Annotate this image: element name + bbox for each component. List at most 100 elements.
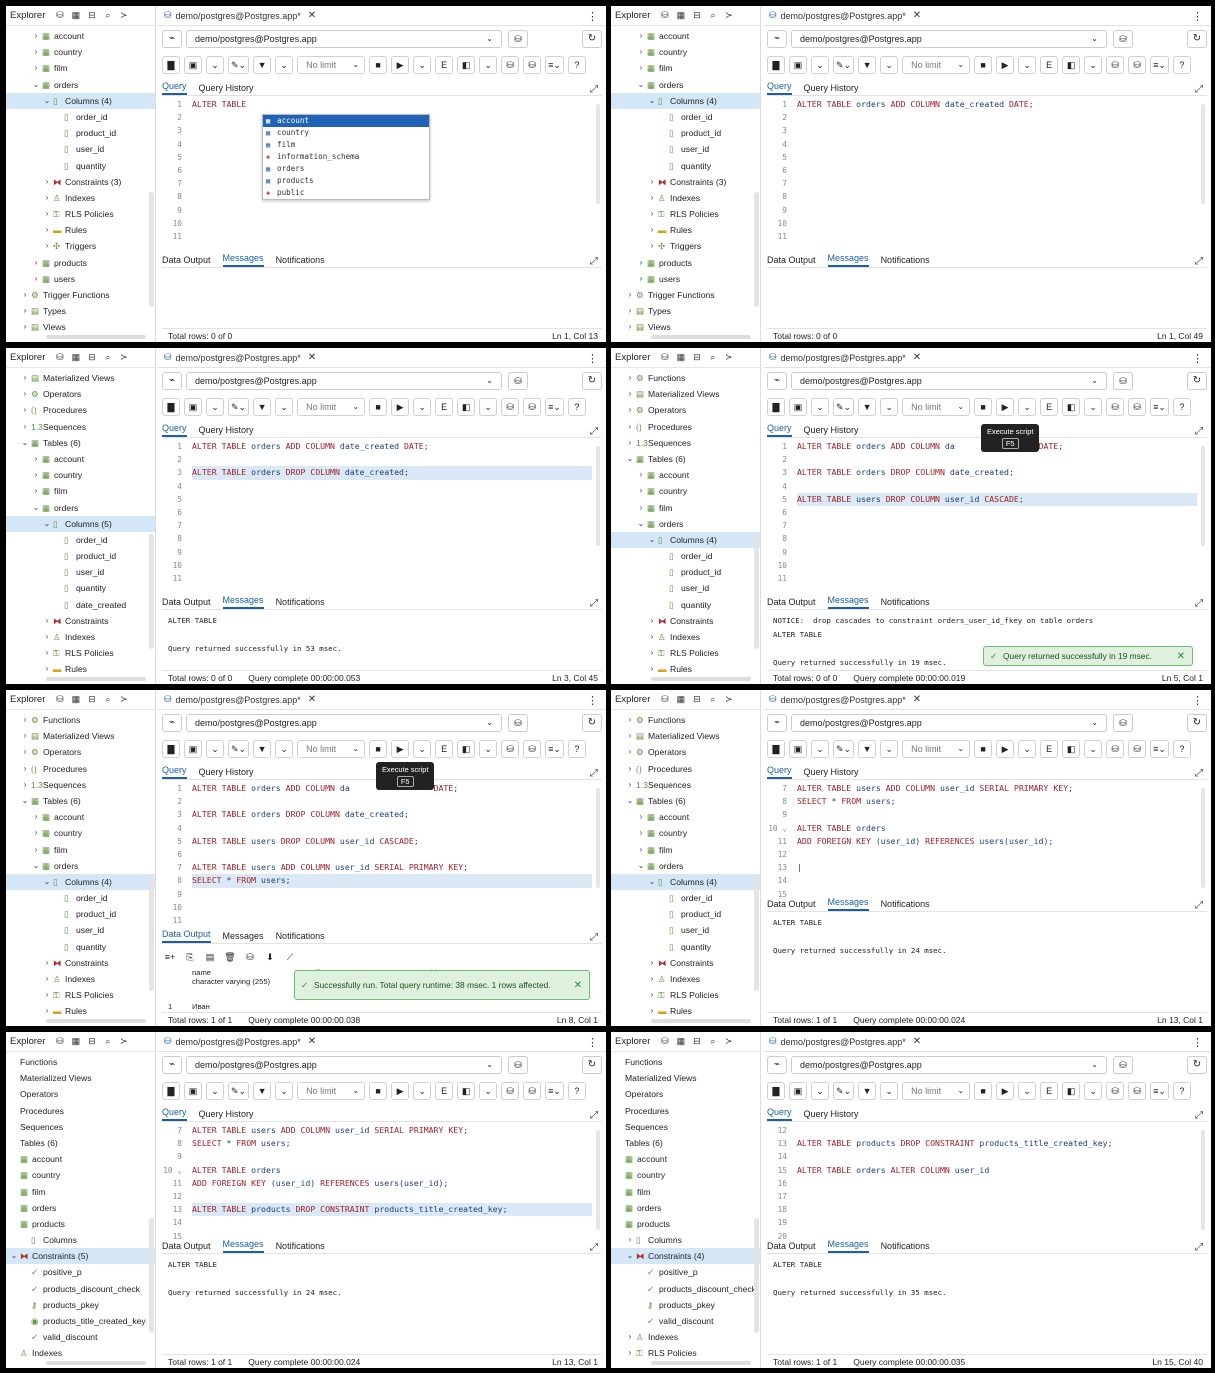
chevron-right-icon[interactable]: › (43, 629, 51, 645)
filter-dropdown[interactable]: ⌄ (880, 398, 899, 416)
tree-item[interactable]: ▦ products (6, 1216, 155, 1232)
query-tab[interactable]: ⛁ demo/postgres@Postgres.app* ✕ (164, 10, 316, 21)
chevron-right-icon[interactable]: › (21, 712, 29, 728)
explain-analyze-button[interactable]: ◧ (457, 398, 476, 416)
expand-icon[interactable]: ⤢ (1195, 84, 1203, 95)
filter-button[interactable]: ▼ (858, 740, 877, 758)
tree-item[interactable]: › ▦ users (6, 271, 155, 287)
filter-tree-icon[interactable]: ⊟ (691, 352, 702, 363)
tab-data-output[interactable]: Data Output (767, 899, 816, 911)
macros-button[interactable]: ≡⌄ (545, 398, 564, 416)
chevron-right-icon[interactable]: › (32, 28, 40, 44)
refresh-icon[interactable]: ↻ (1187, 1056, 1207, 1074)
more-options-icon[interactable]: ⋮ (1192, 1036, 1203, 1049)
filter-dropdown[interactable]: ⌄ (275, 56, 294, 74)
tab-notifications[interactable]: Notifications (881, 597, 930, 609)
macros-button[interactable]: ≡⌄ (1150, 56, 1169, 74)
sql-editor[interactable]: 12 13 14 15 16 17 18 19 20 ALTER TABLE products D… (767, 1124, 1207, 1254)
refresh-icon[interactable]: ↻ (1187, 30, 1207, 48)
database-icon[interactable]: ⛁ (54, 10, 65, 21)
tree-item[interactable]: ▯ quantity (611, 158, 760, 174)
edit-button[interactable]: ✎⌄ (833, 740, 855, 758)
chevron-right-icon[interactable]: › (648, 206, 656, 222)
tree-item[interactable]: ▯ product_id (611, 564, 760, 580)
tree-item[interactable]: ▯ Columns (6, 1232, 155, 1248)
chevron-right-icon[interactable]: › (626, 744, 634, 760)
tree-item[interactable]: ✓ products_discount_check (6, 1281, 155, 1297)
chevron-right-icon[interactable]: › (32, 255, 40, 271)
code-area[interactable]: ALTER TABLE products DROP CONSTRAINT pro… (797, 1124, 1197, 1177)
filter-button[interactable]: ▼ (858, 1082, 877, 1100)
open-file-button[interactable]: ▇ (767, 398, 785, 416)
tree-item[interactable]: ▯ user_id (611, 922, 760, 938)
search-icon[interactable]: ⌕ (102, 10, 113, 21)
stop-button[interactable]: ■ (369, 398, 388, 416)
explain-button[interactable]: E (1040, 1082, 1059, 1100)
explain-analyze-button[interactable]: ◧ (1062, 398, 1081, 416)
tree-item[interactable]: ▯ quantity (6, 158, 155, 174)
table-icon[interactable]: ▦ (70, 694, 81, 705)
tree-item[interactable]: ▯ order_id (6, 890, 155, 906)
tree-item[interactable]: ⌄ ▯ Columns (4) (611, 531, 760, 549)
save-button[interactable]: ▣ (184, 1082, 202, 1100)
chevron-right-icon[interactable]: › (21, 728, 29, 744)
chevron-right-icon[interactable]: › (637, 842, 645, 858)
chevron-right-icon[interactable]: › (32, 483, 40, 499)
tab-query[interactable]: Query (767, 765, 792, 779)
tab-messages[interactable]: Messages (827, 595, 869, 609)
expand-icon[interactable]: ⤢ (590, 932, 598, 943)
table-icon[interactable]: ▦ (675, 694, 686, 705)
terminal-icon[interactable]: ≻ (723, 1036, 734, 1047)
tree-item[interactable]: › ♙ Indexes (6, 971, 155, 987)
tree-item[interactable]: ▯ quantity (611, 939, 760, 955)
search-icon[interactable]: ⌕ (102, 1036, 113, 1047)
save-button[interactable]: ▣ (184, 56, 202, 74)
chevron-down-icon[interactable]: ⌄ (626, 793, 634, 809)
save-dropdown[interactable]: ⌄ (811, 1082, 829, 1100)
chevron-right-icon[interactable]: › (21, 386, 29, 402)
chevron-right-icon[interactable]: › (637, 255, 645, 271)
tab-notifications[interactable]: Notifications (881, 255, 930, 267)
explain-dropdown[interactable]: ⌄ (479, 1082, 498, 1100)
close-toast-icon[interactable]: ✕ (1177, 651, 1185, 662)
filter-button[interactable]: ▼ (858, 398, 877, 416)
chevron-right-icon[interactable]: › (43, 190, 51, 206)
more-options-icon[interactable]: ⋮ (1192, 694, 1203, 707)
chevron-right-icon[interactable]: › (637, 500, 645, 516)
chevron-down-icon[interactable]: ⌄ (43, 874, 51, 890)
explain-button[interactable]: E (435, 740, 454, 758)
tree-item[interactable]: ▯ quantity (611, 597, 760, 613)
edit-button[interactable]: ✎⌄ (228, 1082, 250, 1100)
help-button[interactable]: ? (567, 398, 586, 416)
edit-button[interactable]: ✎⌄ (833, 56, 855, 74)
filter-tree-icon[interactable]: ⊟ (86, 10, 97, 21)
chevron-right-icon[interactable]: › (626, 1232, 634, 1248)
tree-item[interactable]: Sequences (6, 1119, 155, 1135)
connection-select[interactable]: demo/postgres@Postgres.app ⌄ (186, 1056, 502, 1074)
query-tab[interactable]: ⛁ demo/postgres@Postgres.app* ✕ (769, 352, 921, 363)
chevron-right-icon[interactable]: › (626, 370, 634, 386)
tree-item[interactable]: Procedures (6, 1103, 155, 1119)
chevron-right-icon[interactable]: › (32, 271, 40, 287)
chevron-right-icon[interactable]: › (637, 44, 645, 60)
filter-dropdown[interactable]: ⌄ (275, 1082, 294, 1100)
tree-item[interactable]: Procedures (611, 1103, 760, 1119)
chevron-down-icon[interactable]: ⌄ (626, 1248, 634, 1264)
tab-messages[interactable]: Messages (827, 253, 869, 267)
chevron-right-icon[interactable]: › (648, 645, 656, 661)
tree-item[interactable]: Materialized Views (611, 1070, 760, 1086)
chevron-down-icon[interactable]: ⌄ (626, 451, 634, 467)
autocomplete-item[interactable]: ▦ country (263, 127, 429, 139)
chevron-right-icon[interactable]: › (32, 842, 40, 858)
execute-dropdown[interactable]: ⌄ (1018, 1082, 1037, 1100)
search-icon[interactable]: ⌕ (707, 1036, 718, 1047)
tree-item[interactable]: › ▦ country (6, 825, 155, 841)
tree-item[interactable]: ▯ date_created (6, 597, 155, 613)
chevron-right-icon[interactable]: › (637, 809, 645, 825)
chevron-right-icon[interactable]: › (637, 483, 645, 499)
rollback-button[interactable]: ⛁ (1128, 740, 1147, 758)
table-icon[interactable]: ▦ (675, 10, 686, 21)
rollback-button[interactable]: ⛁ (523, 56, 542, 74)
connection-status-icon[interactable]: ⌁ (162, 1056, 182, 1074)
edit-button[interactable]: ✎⌄ (228, 398, 250, 416)
